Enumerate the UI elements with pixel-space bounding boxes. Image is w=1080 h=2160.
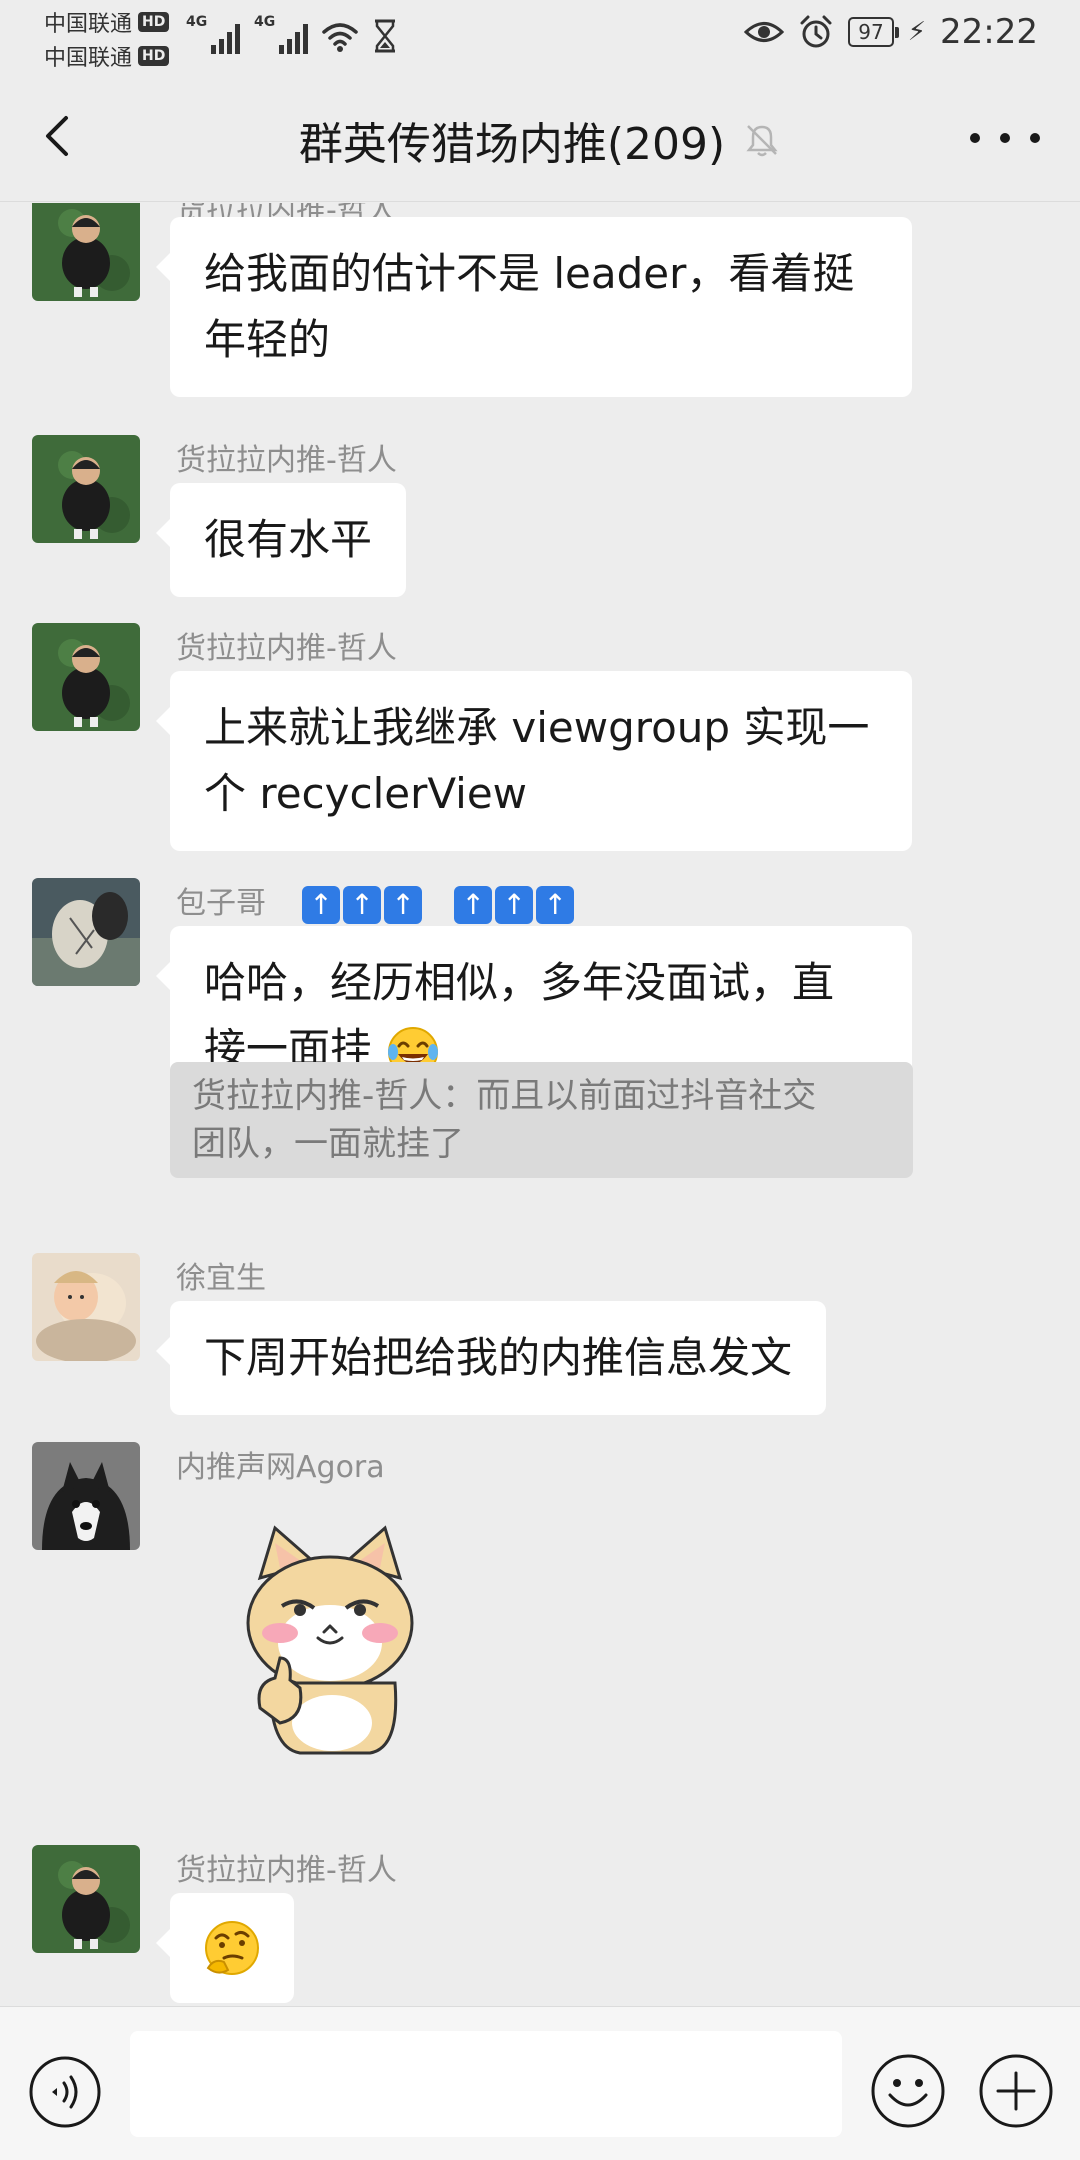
emoji-button[interactable] bbox=[870, 2053, 946, 2129]
message-input[interactable] bbox=[130, 2031, 842, 2137]
battery-indicator: 97 bbox=[848, 17, 900, 47]
sender-name-text: 包子哥 bbox=[176, 886, 266, 921]
message-bubble[interactable]: 下周开始把给我的内推信息发文 bbox=[155, 1301, 827, 1415]
sender-name: 包子哥 ↑ ↑ ↑ ↑ ↑ ↑ bbox=[176, 878, 575, 924]
chat-title-container: 群英传猎场内推(209) bbox=[0, 108, 1080, 172]
avatar[interactable] bbox=[32, 623, 140, 731]
shiba-thumbs-up-sticker[interactable] bbox=[220, 1508, 440, 1758]
hd-badge: HD bbox=[138, 46, 170, 66]
hourglass-icon bbox=[375, 19, 395, 53]
avatar[interactable] bbox=[32, 1845, 140, 1953]
message-list[interactable]: 货拉拉内推-哲人 给我面的估计不是 leader，看着挺 年轻的 货拉拉内推-哲… bbox=[0, 203, 1080, 2006]
hd-badge: HD bbox=[138, 12, 170, 32]
carrier-1-label: 中国联通 bbox=[44, 12, 133, 37]
thinking-face-emoji-icon bbox=[205, 1921, 259, 1975]
chat-title: 群英传猎场内推(209) bbox=[298, 119, 726, 170]
message-bubble[interactable]: 很有水平 bbox=[155, 483, 407, 597]
avatar[interactable] bbox=[32, 878, 140, 986]
message-bubble[interactable]: 给我面的估计不是 leader，看着挺 年轻的 bbox=[156, 217, 912, 397]
dot-icon bbox=[1030, 133, 1040, 143]
sender-name: 货拉拉内推-哲人 bbox=[176, 443, 397, 478]
alarm-icon bbox=[800, 15, 832, 48]
avatar[interactable] bbox=[32, 1442, 140, 1550]
sender-name: 货拉拉内推-哲人 bbox=[176, 631, 397, 666]
sender-name: 货拉拉内推-哲人 bbox=[176, 1853, 397, 1888]
status-bar: 中国联通 HD 中国联通 HD 4G 4G 97 ⚡︎ 22:22 bbox=[0, 0, 1080, 72]
carrier-2: 中国联通 HD bbox=[44, 40, 170, 72]
up-arrow-icon: ↑ bbox=[454, 885, 493, 924]
message-line: 年轻的 bbox=[204, 315, 331, 364]
message-line: 哈哈，经历相似，多年没面试，直 bbox=[204, 958, 835, 1007]
status-right: 97 ⚡︎ 22:22 bbox=[744, 12, 1038, 52]
up-arrow-icon: ↑ bbox=[384, 885, 423, 924]
dot-icon bbox=[970, 133, 980, 143]
input-bar bbox=[0, 2006, 1080, 2160]
network-type-label: 4G bbox=[254, 14, 276, 30]
up-arrow-icon: ↑ bbox=[536, 885, 575, 924]
message-line: 给我面的估计不是 leader，看着挺 bbox=[204, 249, 855, 298]
message-bubble[interactable]: 上来就让我继承 viewgroup 实现一 个 recyclerView bbox=[156, 671, 912, 851]
carrier-1: 中国联通 HD bbox=[44, 6, 170, 38]
network-type-label: 4G bbox=[186, 14, 208, 30]
message-line: 下周开始把给我的内推信息发文 bbox=[204, 1333, 793, 1382]
wifi-icon bbox=[322, 23, 358, 52]
voice-input-button[interactable] bbox=[28, 2055, 102, 2129]
quote-line: 团队，一面就挂了 bbox=[192, 1124, 464, 1164]
signal-indicators: 4G 4G bbox=[186, 14, 398, 54]
carrier-2-label: 中国联通 bbox=[44, 46, 133, 71]
up-arrow-icon: ↑ bbox=[302, 885, 341, 924]
avatar[interactable] bbox=[32, 1253, 140, 1361]
more-actions-plus-button[interactable] bbox=[978, 2053, 1054, 2129]
more-options-button[interactable] bbox=[970, 118, 1040, 158]
message-bubble[interactable] bbox=[156, 1893, 294, 2003]
message-line: 个 recyclerView bbox=[204, 769, 528, 818]
mute-bell-icon bbox=[746, 125, 778, 157]
sender-name: 内推声网Agora bbox=[176, 1450, 385, 1485]
quote-line: 货拉拉内推-哲人：而且以前面过抖音社交 bbox=[192, 1076, 817, 1116]
eye-icon bbox=[744, 22, 785, 42]
quoted-message[interactable]: 货拉拉内推-哲人：而且以前面过抖音社交 团队，一面就挂了 bbox=[170, 1062, 913, 1178]
sender-name: 徐宜生 bbox=[176, 1261, 266, 1296]
cellular-signal-icon: 4G bbox=[254, 14, 308, 54]
up-arrow-icon: ↑ bbox=[343, 885, 382, 924]
message-line: 上来就让我继承 viewgroup 实现一 bbox=[204, 703, 870, 752]
cellular-signal-icon: 4G bbox=[186, 14, 240, 54]
status-time: 22:22 bbox=[940, 12, 1038, 52]
charging-bolt-icon: ⚡︎ bbox=[907, 17, 927, 47]
avatar[interactable] bbox=[32, 203, 140, 301]
avatar[interactable] bbox=[32, 435, 140, 543]
dot-icon bbox=[1000, 133, 1010, 143]
message-line: 很有水平 bbox=[204, 515, 373, 564]
up-arrow-icon: ↑ bbox=[495, 885, 534, 924]
chat-header: 群英传猎场内推(209) bbox=[0, 70, 1080, 202]
